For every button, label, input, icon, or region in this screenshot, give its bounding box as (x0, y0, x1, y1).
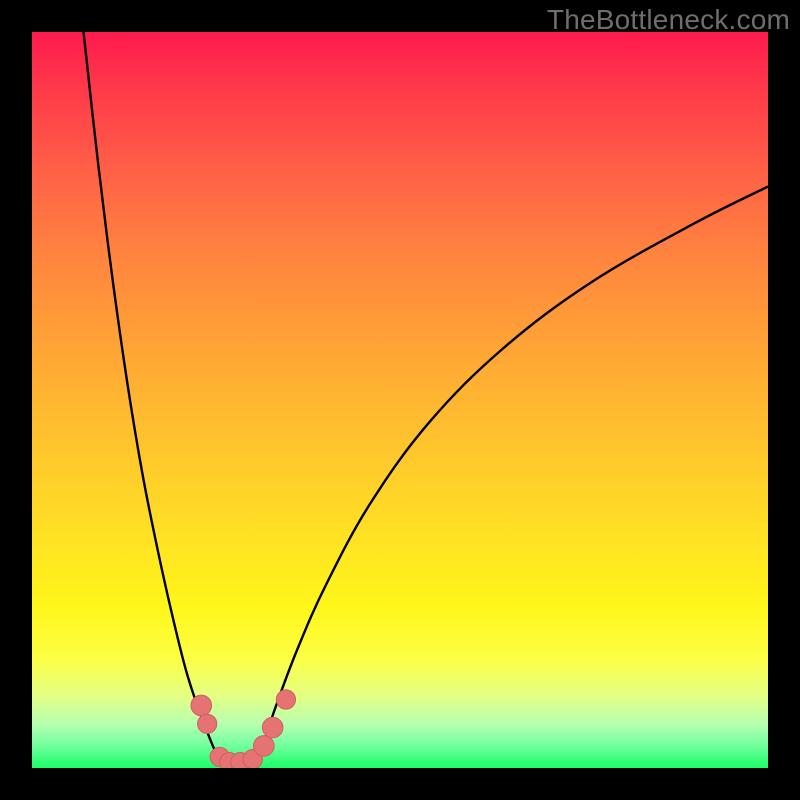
data-dots (191, 690, 296, 768)
curve-left (84, 32, 224, 768)
data-dot (254, 736, 275, 757)
curve-svg (32, 32, 768, 768)
data-dot (262, 717, 283, 738)
plot-area (32, 32, 768, 768)
data-dot (276, 690, 295, 709)
data-dot (198, 714, 217, 733)
data-dot (191, 695, 212, 716)
curve-right (253, 187, 768, 768)
chart-frame: TheBottleneck.com (0, 0, 800, 800)
